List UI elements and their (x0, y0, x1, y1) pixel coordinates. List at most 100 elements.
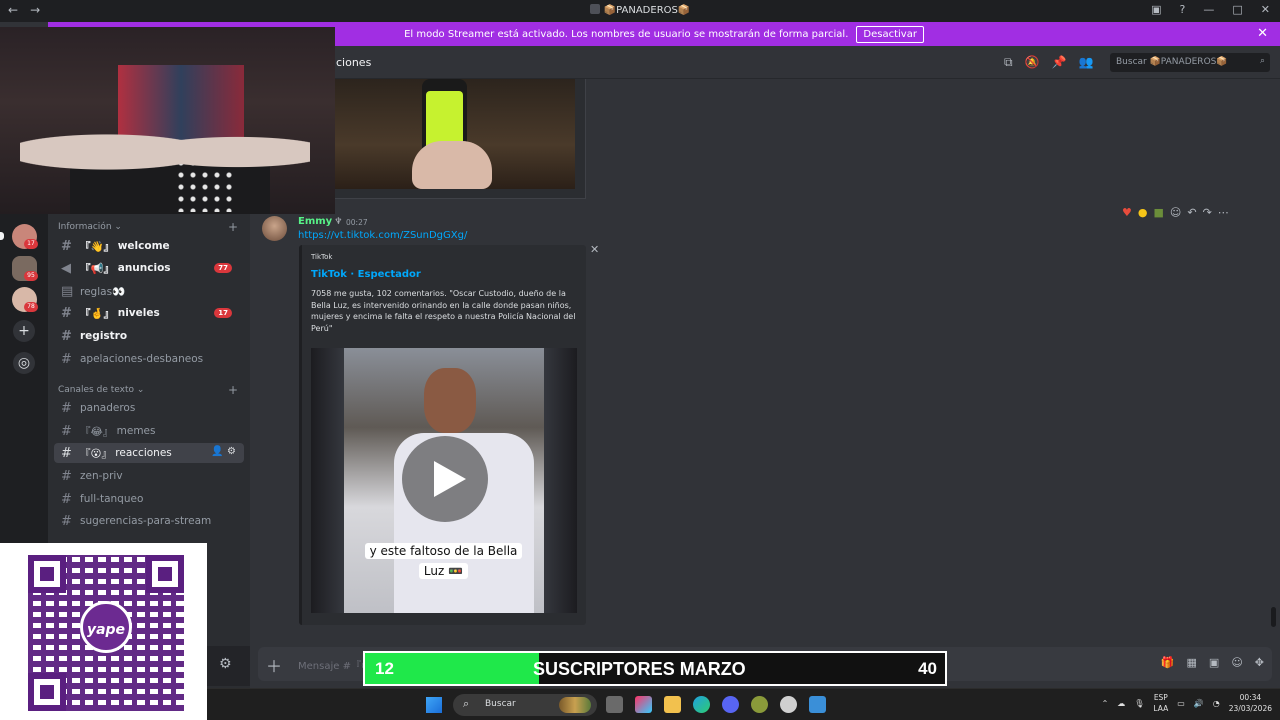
message-timestamp: 00:27 (346, 218, 368, 227)
play-icon[interactable] (402, 436, 488, 522)
gif-icon[interactable]: ▦ (1187, 656, 1197, 669)
title-bar: ← → 📦PANADEROS📦 ▣ ? — □ ✕ (0, 0, 1280, 22)
channel-registro[interactable]: # registro (54, 326, 244, 346)
more-options-icon[interactable]: ⋯ (1218, 206, 1229, 219)
battery-icon[interactable]: ◔ (1213, 699, 1220, 708)
clock[interactable]: 00:34 23/03/2026 (1229, 692, 1272, 714)
taskbar-search-label: Buscar (485, 699, 516, 709)
apps-icon[interactable]: ✥ (1255, 656, 1264, 669)
megaphone-icon: ◀ (61, 260, 71, 276)
qr-finder-top-left (28, 555, 66, 593)
chat-scrollbar[interactable] (1271, 607, 1276, 627)
minimize-icon[interactable]: — (1203, 3, 1214, 16)
windows-start-icon[interactable] (426, 697, 442, 713)
app-icon-blue[interactable] (809, 696, 826, 713)
window-title: 📦PANADEROS📦 (0, 4, 1280, 16)
caption-line-2: Luz 🚥 (418, 563, 469, 579)
emoji-icon[interactable]: ☺ (1231, 656, 1242, 669)
disable-streamer-button[interactable]: Desactivar (856, 25, 924, 43)
hash-icon: # (61, 238, 72, 254)
channel-label: registro (80, 330, 128, 342)
channel-niveles[interactable]: # 『🤞』 niveles 17 (54, 303, 244, 323)
sticker-icon[interactable]: ▣ (1209, 656, 1219, 669)
add-channel-icon[interactable]: + (228, 220, 238, 234)
channel-label: memes (116, 425, 156, 437)
copilot-icon[interactable] (635, 696, 652, 713)
hash-icon: # (61, 305, 72, 321)
add-server-icon[interactable]: + (13, 320, 35, 342)
add-reaction-icon[interactable]: ☺ (1170, 206, 1181, 219)
avatar[interactable] (262, 216, 287, 241)
banner-text: El modo Streamer está activado. Los nomb… (404, 28, 849, 40)
obs-icon[interactable] (780, 696, 797, 713)
embed-video[interactable]: y este faltoso de la Bella Luz 🚥 (311, 348, 577, 613)
volume-icon[interactable]: 🔊 (1194, 699, 1204, 708)
discord-icon[interactable] (722, 696, 739, 713)
app-icon-green[interactable] (751, 696, 768, 713)
help-icon[interactable]: ? (1180, 3, 1186, 16)
unread-indicator (0, 232, 4, 240)
channel-emoji: 『👋』 (80, 240, 115, 253)
channel-zen-priv[interactable]: # zen-priv (54, 466, 244, 486)
category-text-channels[interactable]: Canales de texto ⌄ + (58, 383, 238, 397)
chevron-up-icon[interactable]: ⌃ (1102, 699, 1109, 708)
qr-finder-top-right (146, 555, 184, 593)
members-icon[interactable]: 👥 (1078, 55, 1093, 70)
channel-reglas[interactable]: ▤ reglas👀 (54, 281, 244, 301)
yape-logo: yape (80, 601, 132, 653)
channel-label: reacciones (115, 447, 172, 459)
onedrive-icon[interactable]: ☁ (1117, 699, 1125, 708)
server-badge: 95 (24, 271, 38, 281)
search-input[interactable]: Buscar 📦PANADEROS📦 ⌕ (1110, 53, 1270, 72)
taskbar-search[interactable]: ⌕ Buscar (453, 694, 597, 716)
edge-icon[interactable] (693, 696, 710, 713)
clock-time: 00:34 (1239, 693, 1262, 702)
hash-icon: # (61, 513, 72, 529)
invite-icon[interactable]: 👤 (211, 446, 223, 457)
channel-panaderos[interactable]: # panaderos (54, 398, 244, 418)
reply-icon[interactable]: ↶ (1187, 206, 1196, 219)
microphone-icon[interactable]: 🎙 (1134, 699, 1144, 708)
embed-title[interactable]: TikTok · Espectador (311, 269, 421, 280)
windows-taskbar: ⌕ Buscar ⌃ ☁ 🎙 ESP LAA ▭ 🔊 ◔ 00:34 23/03/20… (207, 688, 1280, 720)
channel-full-tanqueo[interactable]: # full-tanqueo (54, 489, 244, 509)
threads-icon[interactable]: ⧉ (1004, 55, 1013, 70)
task-view-icon[interactable] (606, 696, 623, 713)
system-tray: ⌃ ☁ 🎙 ESP LAA ▭ 🔊 ◔ 00:34 23/03/2026 (1102, 692, 1272, 714)
pin-icon[interactable]: 📌 (1052, 55, 1067, 70)
file-explorer-icon[interactable] (664, 696, 681, 713)
heart-reaction-icon[interactable]: ♥ (1122, 206, 1132, 219)
remove-embed-icon[interactable]: ✕ (590, 243, 599, 256)
mute-bell-icon[interactable]: 🔕 (1025, 55, 1040, 70)
laugh-reaction-icon[interactable]: ● (1138, 206, 1148, 219)
channel-memes[interactable]: # 『😂』 memes (54, 421, 244, 441)
category-info[interactable]: Información ⌄ + (58, 220, 238, 234)
channel-reacciones[interactable]: # 『😮』 reacciones 👤 ⚙ (54, 443, 244, 463)
close-window-icon[interactable]: ✕ (1261, 3, 1270, 16)
hash-icon: # (61, 491, 72, 507)
gift-icon[interactable]: 🎁 (1161, 656, 1175, 669)
channel-tools: 👤 ⚙ (211, 446, 236, 457)
channel-anuncios[interactable]: ◀ 『📢』 anuncios 77 (54, 258, 244, 278)
hash-icon: # (61, 328, 72, 344)
channel-sugerencias-para-stream[interactable]: # sugerencias-para-stream (54, 511, 244, 531)
close-banner-icon[interactable]: ✕ (1257, 26, 1268, 41)
channel-apelaciones-desbaneos[interactable]: # apelaciones-desbaneos (54, 349, 244, 369)
channel-welcome[interactable]: # 『👋』 welcome (54, 236, 244, 256)
channel-emoji: 『😂』 (80, 425, 114, 438)
message-link[interactable]: https://vt.tiktok.com/ZSunDgGXg/ (298, 230, 467, 241)
discover-icon[interactable]: ◎ (13, 352, 35, 374)
custom-reaction-icon[interactable]: ■ (1153, 206, 1163, 219)
maximize-icon[interactable]: □ (1232, 3, 1242, 16)
language-indicator[interactable]: ESP LAA (1153, 692, 1168, 714)
add-channel-icon[interactable]: + (228, 383, 238, 397)
settings-gear-icon[interactable]: ⚙ (227, 446, 236, 457)
network-icon[interactable]: ▭ (1177, 699, 1185, 708)
subscriber-count: 12 (375, 659, 394, 678)
user-settings-gear-icon[interactable]: ⚙ (219, 656, 232, 672)
attach-plus-icon[interactable]: ＋ (266, 653, 282, 677)
message-author[interactable]: Emmy ♆ (298, 216, 342, 227)
previous-embed-image[interactable] (334, 79, 586, 199)
forward-icon[interactable]: ↷ (1203, 206, 1212, 219)
inbox-icon[interactable]: ▣ (1151, 3, 1161, 16)
